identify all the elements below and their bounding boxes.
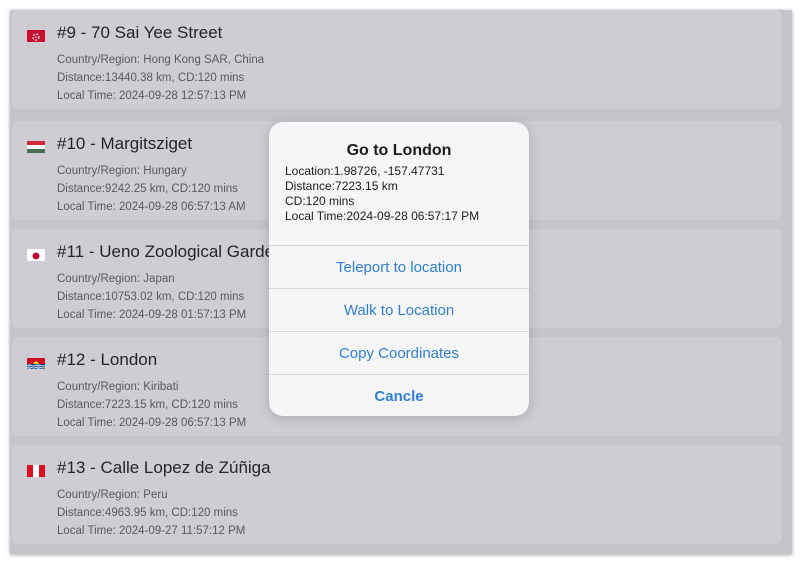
dialog-title: Go to London xyxy=(346,142,452,159)
hong-kong-flag-icon xyxy=(27,30,45,42)
kiribati-flag-icon xyxy=(27,357,45,369)
dialog-distance: Distance:7223.15 km xyxy=(285,179,398,193)
location-title: #10 - Margitsziget xyxy=(57,134,193,153)
location-title: #9 - 70 Sai Yee Street xyxy=(57,23,223,42)
distance-label: Distance:4963.95 km, CD:120 mins xyxy=(57,507,238,519)
country-label: Country/Region: Kiribati xyxy=(57,381,179,393)
teleport-button[interactable]: Teleport to location xyxy=(269,245,529,288)
local-time-label: Local Time: 2024-09-28 06:57:13 PM xyxy=(57,417,247,429)
go-to-location-dialog: Go to London Location:1.98726, -157.4773… xyxy=(269,122,529,416)
japan-flag-icon xyxy=(27,249,45,261)
distance-label: Distance:10753.02 km, CD:120 mins xyxy=(57,291,245,303)
dialog-cd: CD:120 mins xyxy=(285,194,355,208)
copy-coordinates-button[interactable]: Copy Coordinates xyxy=(269,331,529,374)
dialog-location: Location:1.98726, -157.47731 xyxy=(285,164,445,178)
list-item[interactable]: #13 - Calle Lopez de Zúñiga Country/Regi… xyxy=(12,445,782,544)
country-label: Country/Region: Hungary xyxy=(57,165,187,177)
local-time-label: Local Time: 2024-09-28 01:57:13 PM xyxy=(57,309,247,321)
location-title: #13 - Calle Lopez de Zúñiga xyxy=(57,458,271,477)
local-time-label: Local Time: 2024-09-28 06:57:13 AM xyxy=(57,201,246,213)
dialog-local-time: Local Time:2024-09-28 06:57:17 PM xyxy=(285,209,480,223)
local-time-label: Local Time: 2024-09-27 11:57:12 PM xyxy=(57,525,246,537)
peru-flag-icon xyxy=(27,465,45,477)
location-title: #11 - Ueno Zoological Garden xyxy=(57,242,284,261)
local-time-label: Local Time: 2024-09-28 12:57:13 PM xyxy=(57,90,247,102)
cancel-button[interactable]: Cancle xyxy=(269,374,529,416)
distance-label: Distance:9242.25 km, CD:120 mins xyxy=(57,183,238,195)
country-label: Country/Region: Japan xyxy=(57,273,175,285)
location-title: #12 - London xyxy=(57,350,158,369)
distance-label: Distance:13440.38 km, CD:120 mins xyxy=(57,72,245,84)
walk-button[interactable]: Walk to Location xyxy=(269,288,529,331)
country-label: Country/Region: Hong Kong SAR, China xyxy=(57,54,265,66)
hungary-flag-icon xyxy=(27,141,45,153)
distance-label: Distance:7223.15 km, CD:120 mins xyxy=(57,399,238,411)
list-item[interactable]: #9 - 70 Sai Yee Street Country/Region: H… xyxy=(12,10,782,109)
dialog-message: Location:1.98726, -157.47731 Distance:72… xyxy=(285,164,479,224)
country-label: Country/Region: Peru xyxy=(57,489,168,501)
